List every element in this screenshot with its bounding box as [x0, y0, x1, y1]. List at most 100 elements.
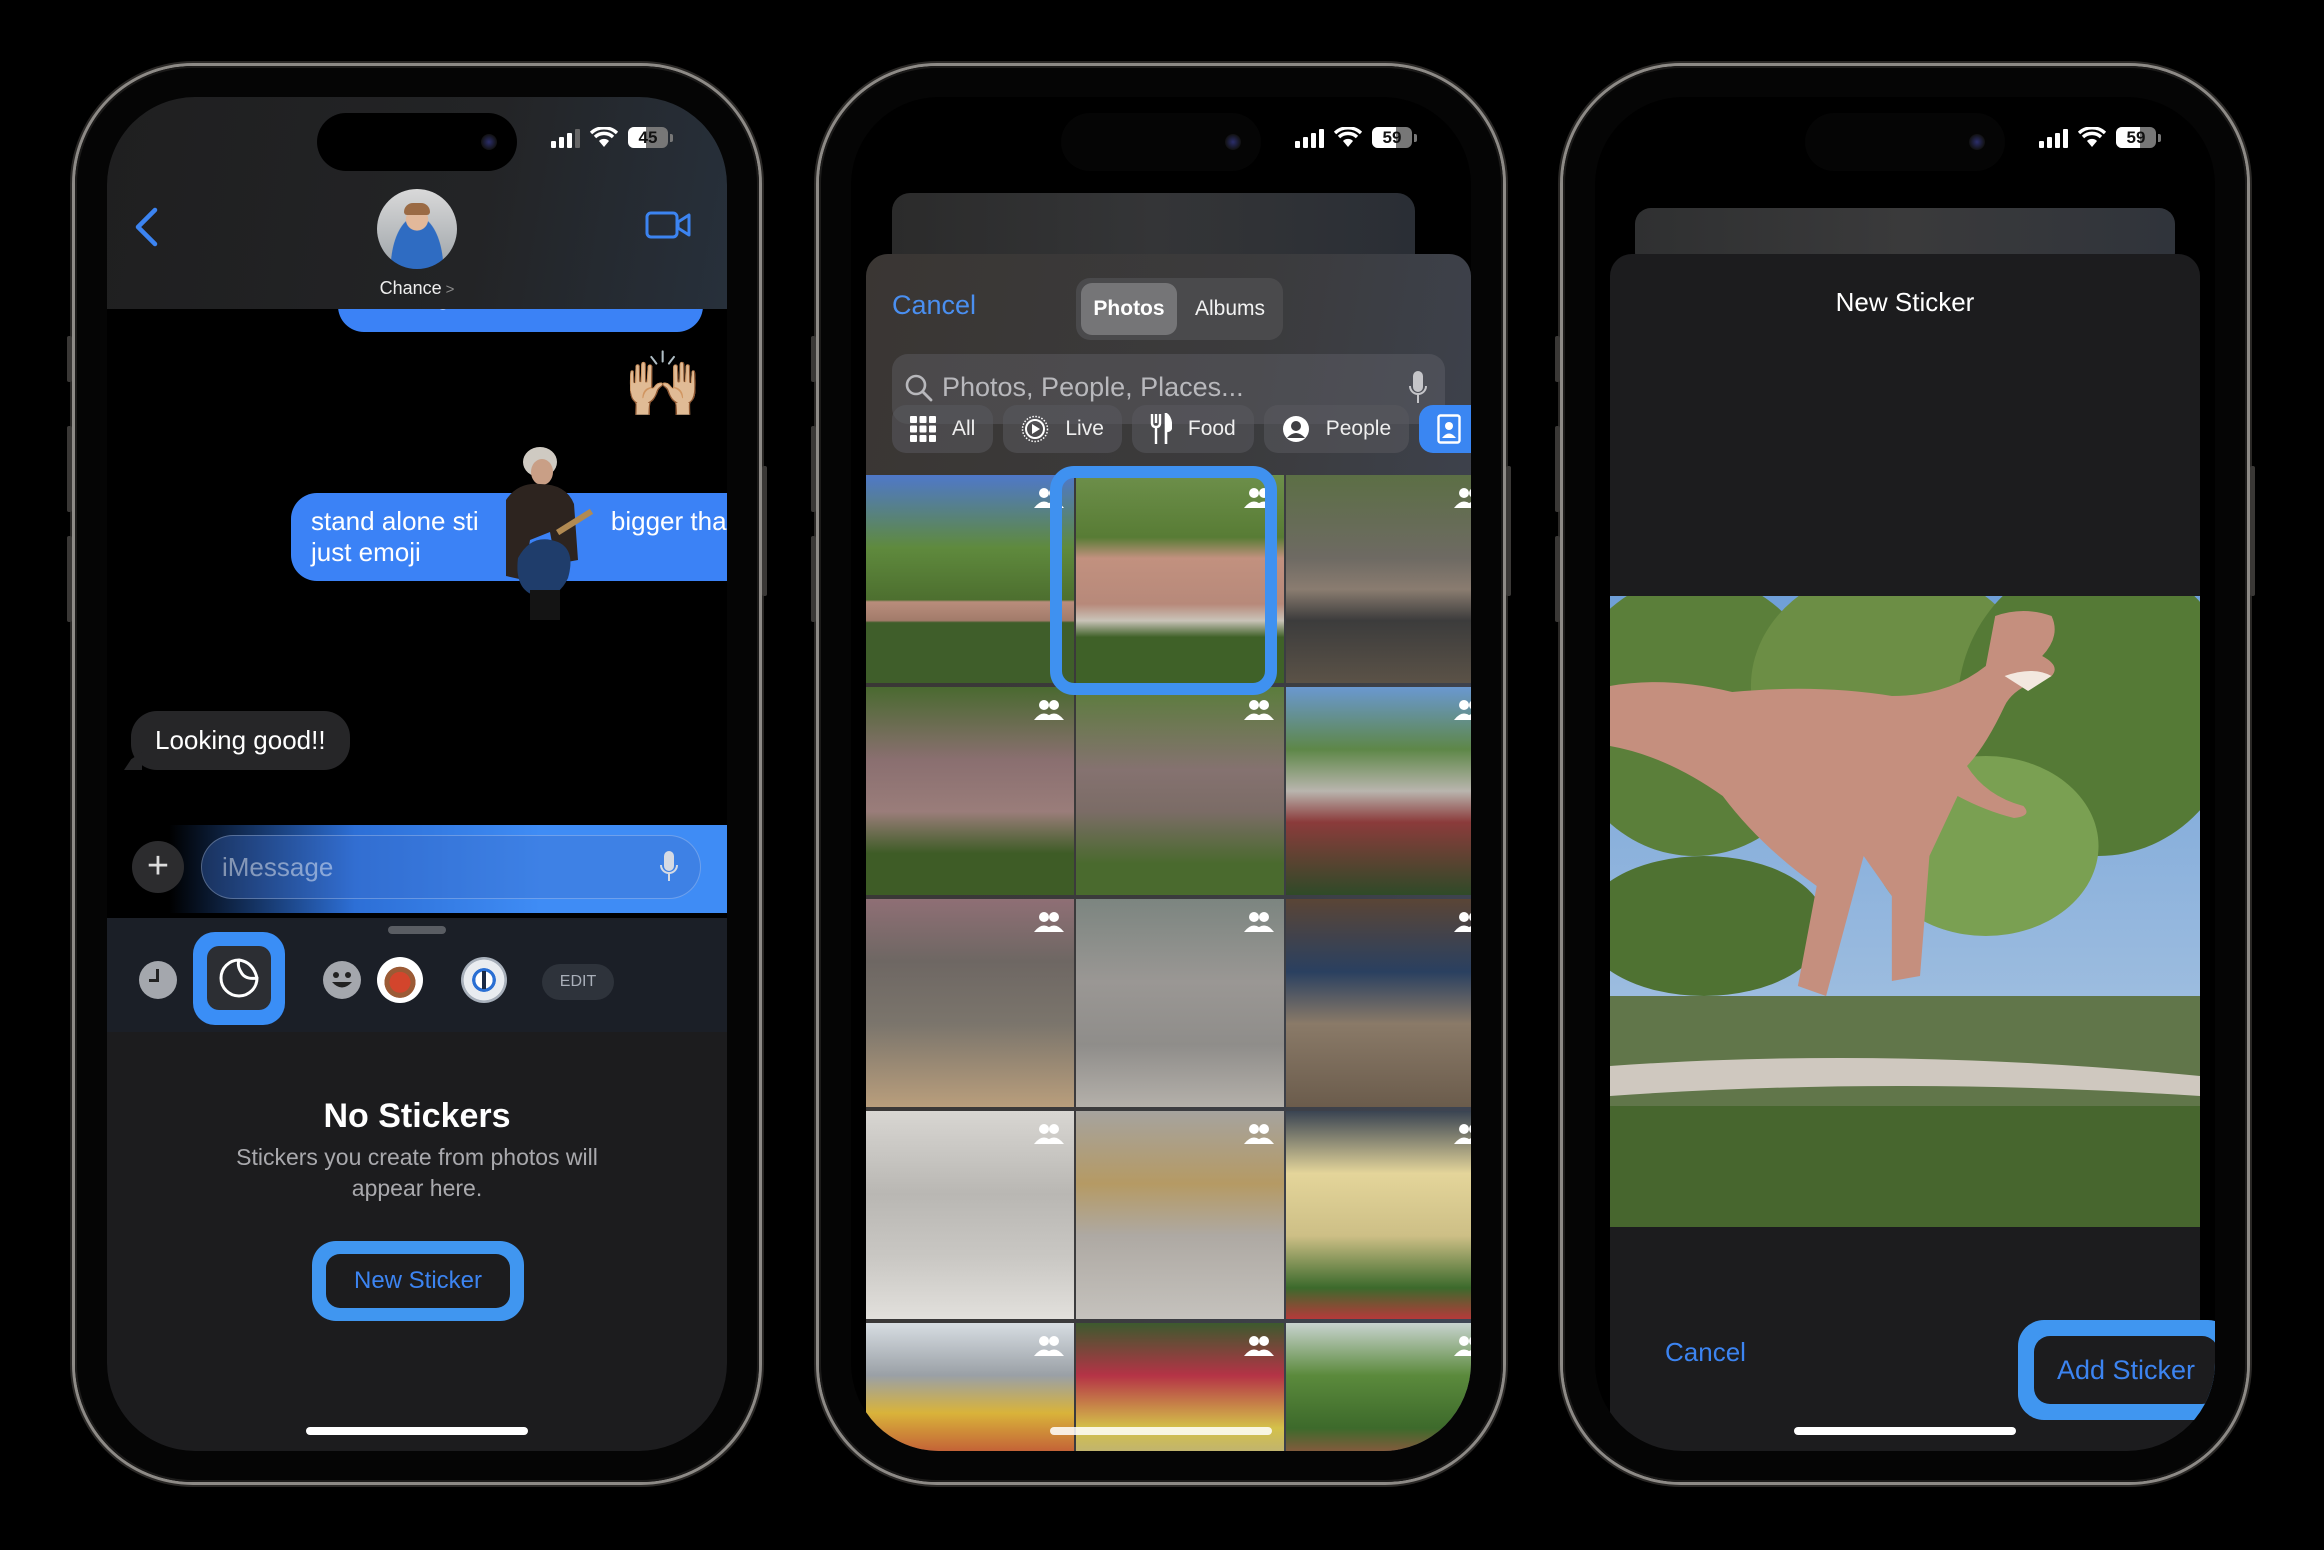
emoji-message[interactable]: 🙌🏼: [623, 349, 703, 419]
phone-photo-picker: 59 Cancel Photos Albums Photos, People, …: [811, 66, 1511, 1482]
microphone-icon[interactable]: [660, 850, 678, 884]
filter-chips: All Live Food People Sta: [892, 405, 1471, 455]
battery-icon: 59: [2116, 127, 2156, 148]
app-drawer: EDIT: [107, 918, 727, 1032]
cancel-button[interactable]: Cancel: [892, 290, 976, 321]
wifi-icon: [590, 127, 618, 147]
message-bubble-received[interactable]: Looking good!!: [131, 711, 350, 770]
signal-icon: [2039, 128, 2068, 148]
volume-up-button: [811, 426, 816, 512]
search-placeholder: Photos, People, Places...: [942, 372, 1244, 402]
microphone-icon[interactable]: [1409, 370, 1427, 406]
battery-level: 59: [2126, 127, 2146, 147]
shared-library-icon: [1244, 699, 1274, 726]
signal-icon: [551, 128, 580, 148]
chip-active[interactable]: Sta: [1419, 405, 1471, 453]
empty-state: No Stickers Stickers you create from pho…: [107, 1097, 727, 1204]
photo-thumbnail-garden-statues[interactable]: [1286, 1323, 1471, 1451]
selected-photo-highlight: [1050, 466, 1277, 695]
dynamic-island: [317, 113, 517, 171]
photo-thumbnail-dino-park-1[interactable]: [866, 475, 1074, 683]
power-button: [1506, 466, 1511, 596]
chip-food[interactable]: Food: [1131, 405, 1254, 453]
battery-level: 59: [1382, 127, 1402, 147]
chip-label: All: [952, 417, 976, 440]
tab-photos[interactable]: Photos: [1081, 283, 1177, 335]
message-placeholder: iMessage: [222, 852, 334, 882]
chip-people[interactable]: People: [1263, 405, 1410, 453]
fork-knife-icon: [1150, 413, 1172, 444]
battery-icon: 59: [1372, 127, 1412, 148]
emoji-smiley-icon[interactable]: [323, 961, 361, 999]
volume-down-button: [811, 536, 816, 622]
power-button: [762, 466, 767, 596]
new-sticker-button[interactable]: New Sticker: [312, 1241, 524, 1321]
live-photo-icon: [1022, 415, 1049, 443]
shared-library-icon: [1034, 699, 1064, 726]
chip-all[interactable]: All: [892, 405, 994, 453]
chip-label: People: [1325, 417, 1392, 440]
shared-library-icon: [1034, 911, 1064, 938]
photo-thumbnail-raptor-model[interactable]: [1076, 1111, 1284, 1319]
chip-live[interactable]: Live: [1003, 405, 1122, 453]
new-sticker-label: New Sticker: [326, 1254, 510, 1308]
shared-library-icon: [1454, 1123, 1471, 1150]
tab-albums[interactable]: Albums: [1181, 283, 1279, 335]
stickers-tab-selected[interactable]: [193, 932, 285, 1025]
battery-level: 45: [638, 127, 658, 147]
shared-library-icon: [1454, 699, 1471, 726]
drawer-grabber[interactable]: [388, 926, 446, 934]
screen: 45 Chance> Testing out sticker stuff 😄 🙌…: [107, 97, 727, 1451]
photo-thumbnail-white-trex[interactable]: [866, 1111, 1074, 1319]
photo-thumbnail-museum-hall[interactable]: [1286, 899, 1471, 1107]
memoji-icon[interactable]: [377, 957, 423, 1003]
action-button: [811, 336, 816, 382]
recents-clock-icon[interactable]: [139, 961, 177, 999]
action-button: [1555, 336, 1560, 382]
1password-icon[interactable]: [461, 957, 507, 1003]
photo-thumbnail-stegosaurus-1[interactable]: [866, 687, 1074, 895]
photo-thumbnail-dino-kid[interactable]: [1286, 475, 1471, 683]
photo-thumbnail-stegosaurus-2[interactable]: [1076, 687, 1284, 895]
volume-up-button: [67, 426, 72, 512]
search-icon: [905, 374, 933, 402]
shared-library-icon: [1454, 1335, 1471, 1362]
photo-thumbnail-skull-fossil[interactable]: [866, 899, 1074, 1107]
sticker-icon: [219, 958, 259, 998]
cancel-button[interactable]: Cancel: [1665, 1337, 1746, 1368]
edit-button[interactable]: EDIT: [542, 964, 614, 1000]
grid-icon: [910, 416, 936, 442]
plus-button[interactable]: +: [132, 841, 184, 893]
home-indicator[interactable]: [306, 1427, 528, 1435]
status-bar: 59: [2039, 127, 2161, 148]
status-bar: 45: [551, 127, 673, 148]
video-camera-icon[interactable]: [645, 210, 691, 240]
back-chevron-icon[interactable]: [133, 207, 159, 247]
shared-library-icon: [1454, 487, 1471, 514]
contact-avatar[interactable]: [377, 189, 457, 269]
wifi-icon: [2078, 127, 2106, 147]
photo-thumbnail-triceratops-skull[interactable]: [1076, 899, 1284, 1107]
empty-state-body: Stickers you create from photos will app…: [236, 1144, 598, 1201]
shared-library-icon: [1454, 911, 1471, 938]
home-indicator[interactable]: [1050, 1427, 1272, 1435]
photo-thumbnail-lego-giraffes[interactable]: [866, 1323, 1074, 1451]
phone-new-sticker: 59 New Sticker Cancel Add Sticker: [1555, 66, 2255, 1482]
sticker-source-photo[interactable]: [1610, 596, 2200, 1227]
contact-name[interactable]: Chance >: [107, 278, 727, 299]
dynamic-island: [1061, 113, 1261, 171]
photo-thumbnail-lego-giraffe[interactable]: [1286, 1111, 1471, 1319]
photo-thumbnail-trex-head[interactable]: [1286, 687, 1471, 895]
action-button: [67, 336, 72, 382]
shared-library-icon: [1244, 1123, 1274, 1150]
volume-down-button: [67, 536, 72, 622]
screen: 59 Cancel Photos Albums Photos, People, …: [851, 97, 1471, 1451]
message-input[interactable]: iMessage: [201, 835, 701, 899]
add-sticker-button[interactable]: Add Sticker: [2018, 1320, 2215, 1420]
home-indicator[interactable]: [1794, 1427, 2016, 1435]
shared-library-icon: [1244, 911, 1274, 938]
battery-icon: 45: [628, 127, 668, 148]
empty-state-title: No Stickers: [323, 1097, 511, 1135]
wifi-icon: [1334, 127, 1362, 147]
guitarist-sticker[interactable]: [478, 440, 598, 620]
